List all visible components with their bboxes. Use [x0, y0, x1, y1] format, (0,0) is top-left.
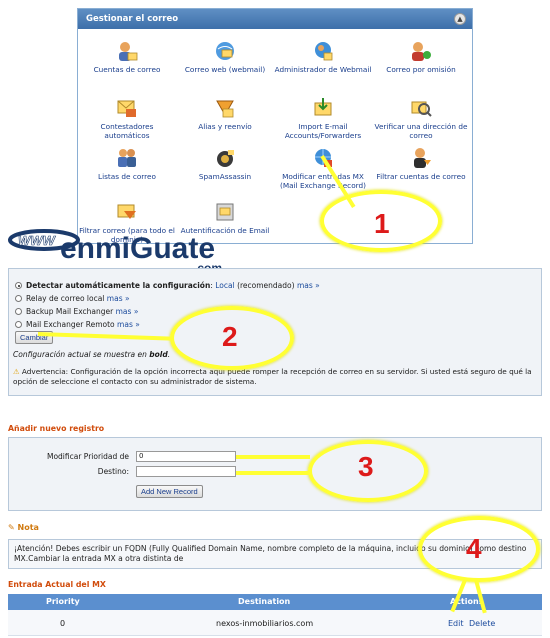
priority-input[interactable]: 0 [136, 451, 236, 462]
mail-feature-item[interactable]: Correo web (webmail) [176, 40, 274, 74]
add-new-record-button[interactable]: Add New Record [136, 485, 203, 498]
forwarder-icon [214, 97, 236, 119]
radio-button[interactable] [15, 282, 22, 289]
annotation-number-3: 3 [358, 451, 374, 482]
svg-text:WWW: WWW [18, 233, 57, 248]
more-link[interactable]: mas » [117, 320, 140, 329]
spam-icon [214, 147, 236, 169]
mail-feature-item[interactable]: Contestadores automáticos [78, 97, 176, 140]
annotation-pointer-3b [236, 471, 310, 475]
verify-icon [410, 97, 432, 119]
radio-auto-detect[interactable]: Detectar automáticamente la configuració… [15, 281, 320, 290]
more-link[interactable]: mas » [297, 281, 320, 290]
radio-button[interactable] [15, 308, 22, 315]
mail-feature-item[interactable]: Administrador de Webmail [274, 40, 372, 74]
panel-title: Gestionar el correo [78, 9, 472, 29]
more-link[interactable]: mas » [107, 294, 130, 303]
mail-feature-item[interactable]: Listas de correo [78, 147, 176, 181]
table-row: 0 nexos-inmobiliarios.com Edit Delete [8, 610, 542, 636]
radio-remote-mx[interactable]: Mail Exchanger Remoto mas » [15, 320, 140, 329]
destination-label: Destino: [97, 467, 129, 476]
svg-text:enmiGuate: enmiGuate [60, 232, 215, 265]
current-config-note: Configuración actual se muestra en bold. [13, 350, 171, 359]
priority-cell: 0 [60, 619, 66, 628]
table-header: Priority Destination Actions [8, 594, 542, 610]
annotation-pointer-3 [236, 455, 310, 459]
edit-link[interactable]: Edit [448, 619, 464, 628]
mail-feature-item[interactable]: Alias y reenvío [176, 97, 274, 131]
note-icon: ✎ [8, 523, 15, 532]
mx-table: Priority Destination Actions 0 nexos-inm… [8, 594, 542, 636]
user-mail-icon [116, 40, 138, 62]
current-mx-title: Entrada Actual del MX [8, 580, 106, 589]
column-header: Priority [46, 597, 80, 606]
destination-input[interactable] [136, 466, 236, 477]
priority-label: Modificar Prioridad de [46, 452, 129, 461]
radio-button[interactable] [15, 295, 22, 302]
delete-link[interactable]: Delete [469, 619, 495, 628]
mailing-list-icon [116, 147, 138, 169]
column-header: Destination [238, 597, 291, 606]
radio-backup-mx[interactable]: Backup Mail Exchanger mas » [15, 307, 138, 316]
mail-feature-item[interactable]: Import E-mail Accounts/Forwarders [274, 97, 372, 140]
mail-feature-item[interactable]: Correo por omisión [372, 40, 470, 74]
annotation-number-1: 1 [374, 208, 390, 239]
warning-icon: ⚠ [13, 367, 20, 376]
annotation-number-4: 4 [466, 533, 482, 564]
mail-feature-item[interactable]: Modificar entradas MX (Mail Exchange Rec… [274, 147, 372, 190]
warning-message: ⚠ Advertencia: Configuración de la opció… [13, 367, 532, 386]
mail-feature-item[interactable]: SpamAssassin [176, 147, 274, 181]
mail-feature-item[interactable]: Verificar una dirección de correo [372, 97, 470, 140]
collapse-icon[interactable]: ▲ [454, 13, 466, 25]
webmail-admin-icon [312, 40, 334, 62]
webmail-icon [214, 40, 236, 62]
radio-button[interactable] [15, 321, 22, 328]
more-link[interactable]: mas » [116, 307, 139, 316]
destination-cell: nexos-inmobiliarios.com [216, 619, 314, 628]
autoresponder-icon [116, 97, 138, 119]
account-filter-icon [410, 147, 432, 169]
mail-feature-item[interactable]: Cuentas de correo [78, 40, 176, 74]
note-header: ✎ Nota [8, 523, 39, 532]
default-mail-icon [410, 40, 432, 62]
add-record-title: Añadir nuevo registro [8, 424, 105, 433]
mail-feature-item[interactable]: Filtrar cuentas de correo [372, 147, 470, 181]
annotation-number-2: 2 [222, 321, 238, 352]
import-icon [312, 97, 334, 119]
radio-local-relay[interactable]: Relay de correo local mas » [15, 294, 130, 303]
